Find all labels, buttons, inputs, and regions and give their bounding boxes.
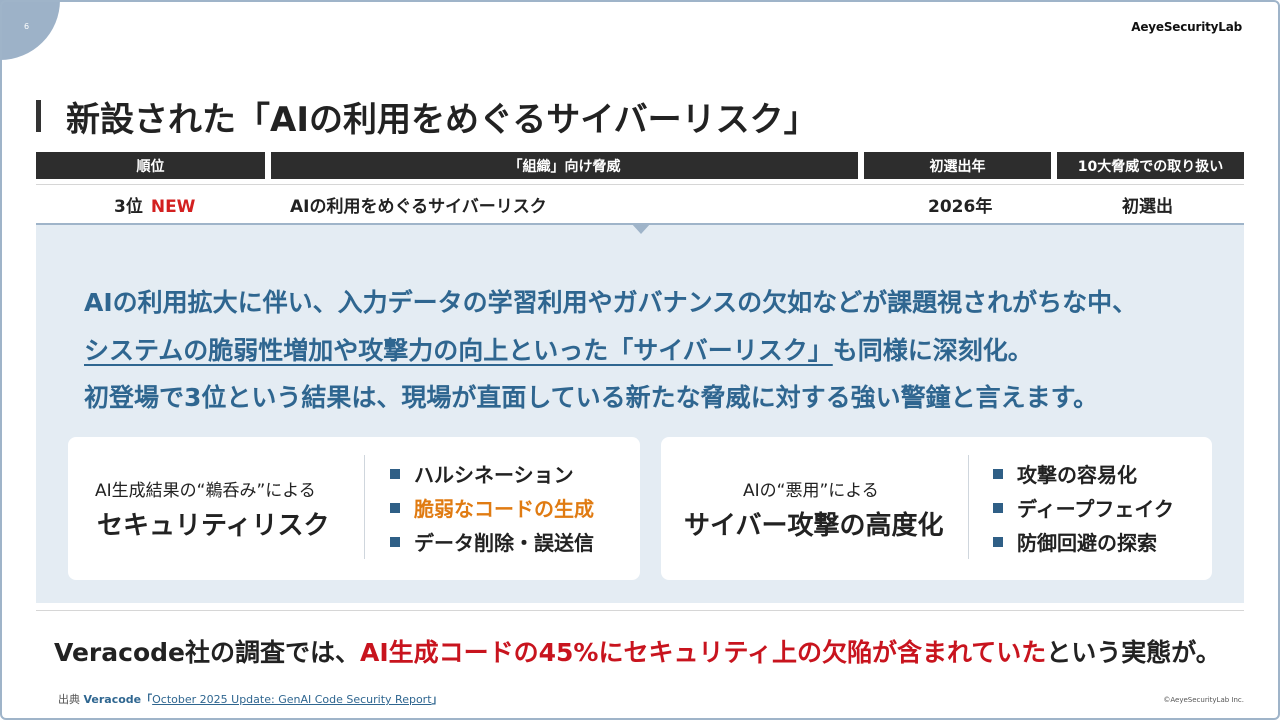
- table-header-handling: 10大脅威での取り扱い: [1057, 152, 1244, 179]
- new-badge: NEW: [150, 197, 196, 217]
- threat-cell: AIの利用をめぐるサイバーリスク: [290, 197, 547, 217]
- rank-value: 3位: [114, 197, 143, 217]
- bullet-item: 脆弱なコードの生成: [390, 493, 594, 522]
- title-accent-bar: [36, 100, 41, 132]
- bullet-square-icon: [390, 469, 400, 479]
- bullet-item: 攻撃の容易化: [993, 459, 1137, 488]
- conclusion-highlight: AI生成コードの45%にセキュリティ上の欠陥が含まれていた: [359, 638, 1047, 667]
- table-header-threat: 「組織」向け脅威: [271, 152, 858, 179]
- card-title: サイバー攻撃の高度化: [684, 511, 944, 541]
- bullet-square-icon: [993, 469, 1003, 479]
- source-link[interactable]: October 2025 Update: GenAI Code Security…: [152, 693, 431, 706]
- bullet-item: 防御回避の探索: [993, 527, 1157, 556]
- copyright: ©AeyeSecurityLab Inc.: [1163, 696, 1244, 704]
- table-row: [36, 184, 1244, 223]
- table-header-year: 初選出年: [864, 152, 1051, 179]
- table-header-rank: 順位: [36, 152, 265, 179]
- bullet-item: ディープフェイク: [993, 493, 1174, 522]
- conclusion-text: Veracode社の調査では、AI生成コードの45%にセキュリティ上の欠陥が含ま…: [54, 638, 1221, 667]
- rank-cell: 3位 NEW: [114, 192, 195, 217]
- year-cell: 2026年: [928, 197, 993, 217]
- card-cyber-attack: AIの“悪用”による サイバー攻撃の高度化 攻撃の容易化 ディープフェイク 防御…: [661, 437, 1212, 580]
- page-number: 6: [24, 22, 30, 31]
- handling-cell: 初選出: [1122, 197, 1173, 217]
- card-subtitle: AIの“悪用”による: [743, 481, 879, 501]
- lead-line-2: システムの脆弱性増加や攻撃力の向上といった「サイバーリスク」も同様に深刻化。: [84, 331, 1033, 367]
- bullet-item: ハルシネーション: [390, 459, 574, 488]
- bullet-square-icon: [993, 537, 1003, 547]
- card-security-risk: AI生成結果の“鵜呑み”による セキュリティリスク ハルシネーション 脆弱なコー…: [68, 437, 640, 580]
- page-title: 新設された「AIの利用をめぐるサイバーリスク」: [66, 100, 818, 140]
- lead-line-2-rest: も同様に深刻化。: [832, 336, 1033, 365]
- bullet-square-icon: [390, 537, 400, 547]
- lead-line-3: 初登場で3位という結果は、現場が直面している新たな脅威に対する強い警鐘と言えます…: [84, 383, 1099, 412]
- bullet-item: データ削除・誤送信: [390, 527, 594, 556]
- corner-decoration: [0, 0, 60, 60]
- card-divider: [968, 455, 969, 559]
- bullet-square-icon: [390, 503, 400, 513]
- source-citation: 出典 Veracode「October 2025 Update: GenAI C…: [58, 693, 443, 706]
- card-subtitle: AI生成結果の“鵜呑み”による: [95, 481, 316, 501]
- bullet-square-icon: [993, 503, 1003, 513]
- card-divider: [364, 455, 365, 559]
- lead-underlined-text: システムの脆弱性増加や攻撃力の向上といった「サイバーリスク」: [84, 336, 833, 365]
- card-title: セキュリティリスク: [97, 511, 330, 541]
- pointer-arrow-icon: [631, 223, 651, 234]
- company-logo: AeyeSecurityLab: [1131, 20, 1242, 34]
- section-divider: [36, 610, 1244, 611]
- lead-line-1: AIの利用拡大に伴い、入力データの学習利用やガバナンスの欠如などが課題視されがち…: [84, 288, 1138, 317]
